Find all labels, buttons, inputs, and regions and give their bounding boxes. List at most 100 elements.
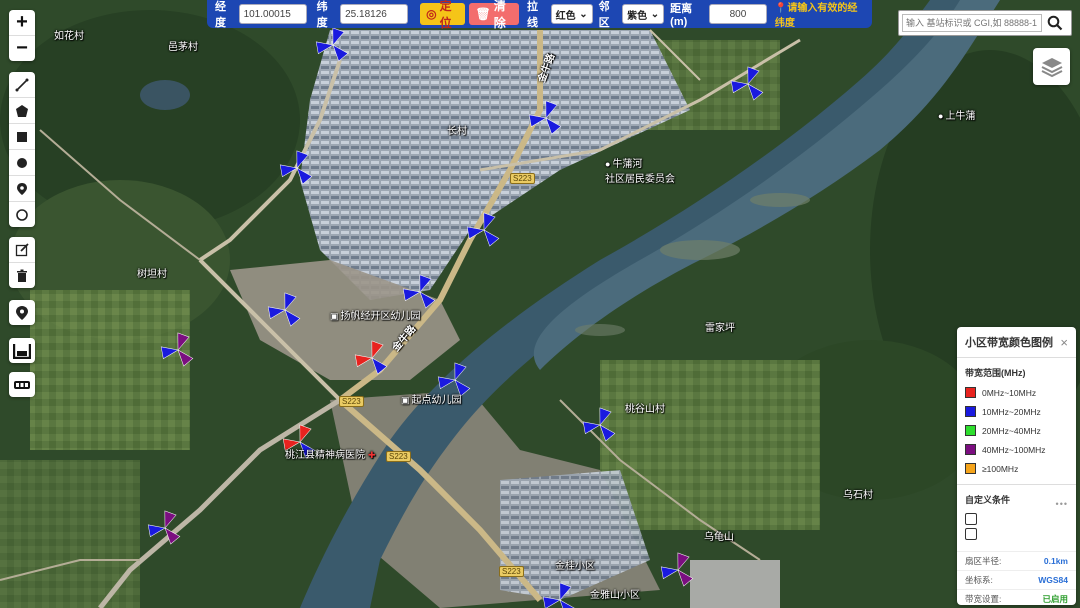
legend-range-label: 20MHz~40MHz bbox=[982, 425, 1041, 436]
search-icon bbox=[1047, 15, 1063, 31]
legend-range-row: 10MHz~20MHz bbox=[957, 402, 1076, 421]
layers-button[interactable] bbox=[1033, 48, 1070, 85]
radius-label: 扇区半径: bbox=[965, 556, 1002, 566]
coordinate-toolbar: 经度 纬度 ◎定位 🗑清除 拉线 红色⌄ 邻区 紫色⌄ 距离(m) 📍请输入有效… bbox=[207, 0, 872, 30]
neighbor-color-select[interactable]: 紫色 ⌄ bbox=[622, 4, 665, 24]
legend-range-row: 0MHz~10MHz bbox=[957, 383, 1076, 402]
school-icon: ▣ bbox=[401, 395, 410, 405]
clear-label: 清除 bbox=[493, 0, 506, 30]
fullscreen-button[interactable] bbox=[9, 338, 35, 363]
trash-icon: 🗑 bbox=[475, 7, 491, 21]
locate-label: 定位 bbox=[439, 0, 452, 30]
satellite-map[interactable] bbox=[0, 0, 1080, 608]
legend-swatch bbox=[965, 406, 976, 417]
school-icon: ▣ bbox=[330, 311, 339, 321]
legend-range-label: ≥100MHz bbox=[982, 463, 1019, 474]
road-shield: S223 bbox=[339, 396, 364, 407]
line-color-value: 红色 bbox=[555, 10, 576, 22]
zoom-out-button[interactable]: − bbox=[9, 36, 35, 61]
circle-filled-icon bbox=[17, 157, 27, 168]
legend-range-label: 10MHz~20MHz bbox=[982, 406, 1041, 417]
draw-rectangle-button[interactable] bbox=[9, 124, 35, 150]
fullscreen-icon bbox=[13, 343, 31, 359]
search-button[interactable] bbox=[1042, 11, 1068, 35]
neighbor-label: 邻区 bbox=[598, 1, 610, 29]
draw-marker-button[interactable] bbox=[9, 176, 35, 202]
map-label-village: 如花村 bbox=[54, 31, 84, 42]
legend-range-row: 20MHz~40MHz bbox=[957, 421, 1076, 440]
bw-value: 已启用 bbox=[1042, 594, 1068, 604]
hospital-icon: ✚ bbox=[368, 450, 376, 460]
chevron-down-icon: ⌄ bbox=[650, 8, 660, 20]
longitude-input[interactable] bbox=[238, 4, 307, 24]
coordinate-system-row: 坐标系: WGS84 bbox=[957, 570, 1076, 589]
map-label-poi: 金雅山小区 bbox=[590, 590, 640, 601]
minus-icon: − bbox=[16, 37, 28, 59]
poi-icon: ● bbox=[605, 159, 611, 169]
bandwidth-legend-panel: 小区带宽颜色图例 × 带宽范围(MHz) 0MHz~10MHz 10MHz~20M… bbox=[957, 327, 1076, 605]
ruler-button[interactable] bbox=[9, 372, 35, 397]
neighbor-color-value: 紫色 bbox=[627, 10, 648, 22]
map-label-village: 长村 bbox=[447, 126, 467, 137]
legend-range-label: 40MHz~100MHz bbox=[982, 444, 1046, 455]
coord-value: WGS84 bbox=[1038, 575, 1068, 585]
circle-outline-icon bbox=[16, 208, 28, 221]
legend-swatch bbox=[965, 463, 976, 474]
map-label-village: 乌石村 bbox=[843, 490, 873, 501]
my-location-button[interactable] bbox=[9, 300, 35, 325]
map-label-village: 邑茅村 bbox=[168, 42, 198, 53]
map-label-poi: 金桂小区 bbox=[555, 561, 595, 572]
zoom-in-button[interactable]: + bbox=[9, 10, 35, 36]
zoom-control: + − bbox=[9, 10, 35, 61]
hint-text: 📍请输入有效的经纬度 bbox=[774, 3, 858, 29]
edit-icon bbox=[15, 242, 29, 256]
polygon-icon bbox=[16, 104, 28, 117]
layers-icon bbox=[1041, 57, 1062, 77]
longitude-label: 经度 bbox=[215, 1, 226, 29]
map-label-poi: ▣ 扬帆经开区幼儿园 bbox=[330, 307, 421, 322]
polyline-icon bbox=[15, 78, 29, 91]
latitude-input[interactable] bbox=[340, 4, 409, 24]
latitude-label: 纬度 bbox=[316, 1, 328, 29]
road-shield: S223 bbox=[386, 451, 411, 462]
more-icon[interactable]: ••• bbox=[1056, 499, 1068, 509]
poi-name: 起点幼儿园 bbox=[411, 395, 462, 406]
distance-input[interactable] bbox=[708, 4, 767, 24]
chevron-down-icon: ⌄ bbox=[579, 8, 588, 20]
locate-toolbar bbox=[9, 300, 35, 325]
edit-layers-button[interactable] bbox=[9, 237, 35, 263]
plus-icon: + bbox=[16, 11, 28, 33]
trash-icon bbox=[17, 269, 27, 282]
line-color-select[interactable]: 红色 ⌄ bbox=[550, 4, 593, 24]
legend-swatch bbox=[965, 444, 976, 455]
map-label-poi: 桃江县精神病医院 ✚ bbox=[285, 446, 378, 461]
map-label-poi-sub: 社区居民委员会 bbox=[605, 174, 675, 185]
road-shield: S223 bbox=[499, 566, 524, 577]
search-box bbox=[898, 10, 1072, 36]
map-label-poi: ▣ 起点幼儿园 bbox=[401, 391, 462, 406]
custom-condition-checkbox-1[interactable] bbox=[965, 513, 977, 525]
poi-name: 桃江县精神病医院 bbox=[285, 450, 365, 461]
draw-circle-button[interactable] bbox=[9, 150, 35, 176]
poi-name: 扬帆经开区幼儿园 bbox=[340, 311, 421, 322]
draw-polyline-button[interactable] bbox=[9, 72, 35, 98]
search-input[interactable] bbox=[902, 14, 1042, 32]
ruler-icon bbox=[14, 380, 30, 389]
legend-title: 小区带宽颜色图例 bbox=[965, 337, 1053, 349]
legend-swatch bbox=[965, 425, 976, 436]
line-label: 拉线 bbox=[527, 1, 539, 29]
draw-polygon-button[interactable] bbox=[9, 98, 35, 124]
clear-button[interactable]: 🗑 清除 bbox=[469, 0, 520, 30]
bandwidth-setting-row: 带宽设置: 已启用 bbox=[957, 589, 1076, 608]
draw-circlemarker-button[interactable] bbox=[9, 202, 35, 227]
custom-condition-checkbox-2[interactable] bbox=[965, 528, 977, 540]
sector-radius-row: 扇区半径: 0.1km bbox=[957, 551, 1076, 570]
coord-label: 坐标系: bbox=[965, 575, 993, 585]
legend-swatch bbox=[965, 387, 976, 398]
close-icon[interactable]: × bbox=[1060, 335, 1068, 350]
delete-layers-button[interactable] bbox=[9, 263, 35, 288]
locate-button[interactable]: ◎ 定位 bbox=[420, 0, 466, 30]
distance-label: 距离(m) bbox=[670, 3, 693, 28]
rectangle-icon bbox=[17, 131, 27, 142]
map-label-village: 乌龟山 bbox=[704, 532, 734, 543]
